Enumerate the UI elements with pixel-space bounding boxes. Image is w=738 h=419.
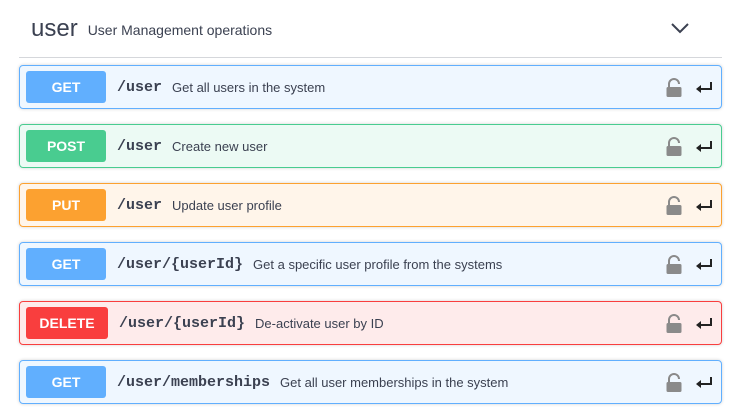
operation-put-user[interactable]: PUT /user Update user profile	[19, 183, 722, 227]
return-arrow-icon[interactable]	[695, 139, 713, 155]
operation-summary: Get all users in the system	[172, 79, 326, 95]
method-badge: POST	[26, 130, 106, 162]
operation-delete-user-by-id[interactable]: DELETE /user/{userId} De-activate user b…	[19, 301, 722, 345]
operation-path: /user	[117, 137, 163, 155]
lock-icon[interactable]	[665, 314, 683, 334]
operation-path: /user/memberships	[117, 373, 271, 391]
operation-path: /user/{userId}	[117, 255, 244, 273]
operation-summary: Get a specific user profile from the sys…	[253, 256, 503, 272]
operation-path: /user	[117, 78, 163, 96]
operation-summary: Create new user	[172, 138, 268, 154]
operation-summary: De-activate user by ID	[255, 315, 384, 331]
lock-icon[interactable]	[665, 255, 683, 275]
chevron-down-icon[interactable]	[668, 16, 692, 40]
return-arrow-icon[interactable]	[695, 80, 713, 96]
return-arrow-icon[interactable]	[695, 375, 713, 391]
lock-icon[interactable]	[665, 137, 683, 157]
return-arrow-icon[interactable]	[695, 198, 713, 214]
operation-get-user-memberships[interactable]: GET /user/memberships Get all user membe…	[19, 360, 722, 404]
lock-icon[interactable]	[665, 78, 683, 98]
lock-icon[interactable]	[665, 373, 683, 393]
return-arrow-icon[interactable]	[695, 257, 713, 273]
tag-name: user	[31, 14, 78, 42]
operation-get-user-by-id[interactable]: GET /user/{userId} Get a specific user p…	[19, 242, 722, 286]
method-badge: GET	[26, 71, 106, 103]
operation-path: /user/{userId}	[119, 314, 246, 332]
operation-summary: Get all user memberships in the system	[280, 374, 509, 390]
return-arrow-icon[interactable]	[695, 316, 713, 332]
operation-post-user[interactable]: POST /user Create new user	[19, 124, 722, 168]
method-badge: PUT	[26, 189, 106, 221]
operation-summary: Update user profile	[172, 197, 282, 213]
method-badge: GET	[26, 366, 106, 398]
method-badge: GET	[26, 248, 106, 280]
lock-icon[interactable]	[665, 196, 683, 216]
operation-path: /user	[117, 196, 163, 214]
tag-header[interactable]: user User Management operations	[19, 0, 722, 58]
operation-get-user[interactable]: GET /user Get all users in the system	[19, 65, 722, 109]
method-badge: DELETE	[26, 307, 108, 339]
tag-description: User Management operations	[87, 21, 273, 38]
